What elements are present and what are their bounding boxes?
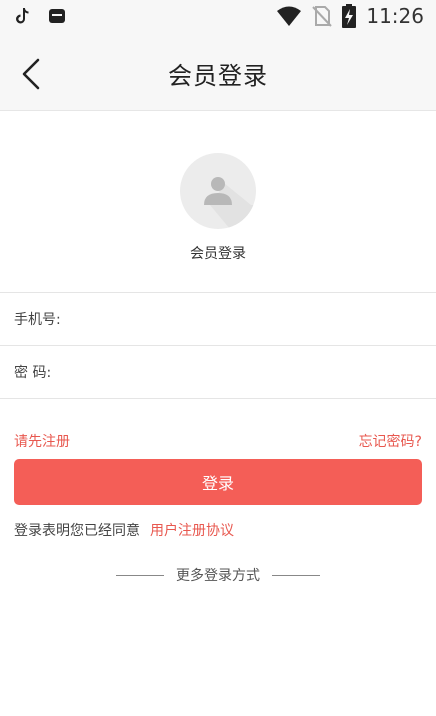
avatar-label: 会员登录 [190,246,246,262]
nav-bar: 会员登录 [0,36,436,111]
wifi-icon [277,6,302,26]
phone-field-row: 手机号: [0,293,436,345]
status-time: 11:26 [366,4,424,28]
battery-charging-icon [342,4,357,28]
register-link[interactable]: 请先注册 [14,431,70,451]
divider-line-left [116,574,164,576]
phone-input[interactable] [60,299,422,339]
phone-label: 手机号: [14,312,61,328]
page-title: 会员登录 [168,62,268,90]
password-input[interactable] [51,352,422,392]
divider-line-right [272,574,320,576]
avatar[interactable] [180,153,256,229]
status-bar: 11:26 [0,0,436,36]
divider [0,398,436,399]
login-button[interactable]: 登录 [14,459,422,505]
more-login-label: 更多登录方式 [176,568,260,584]
forgot-password-link[interactable]: 忘记密码? [359,431,422,451]
tiktok-icon [16,8,29,24]
agreement-row: 登录表明您已经同意 用户注册协议 [14,520,234,540]
password-field-row: 密 码: [0,346,436,398]
agreement-text: 登录表明您已经同意 [14,523,140,539]
app-notification-icon [49,9,65,23]
user-agreement-link[interactable]: 用户注册协议 [150,520,234,540]
no-sim-icon [312,6,333,27]
more-login-row: 更多登录方式 [0,565,436,585]
password-label: 密 码: [14,365,52,381]
user-avatar-icon [204,177,256,229]
